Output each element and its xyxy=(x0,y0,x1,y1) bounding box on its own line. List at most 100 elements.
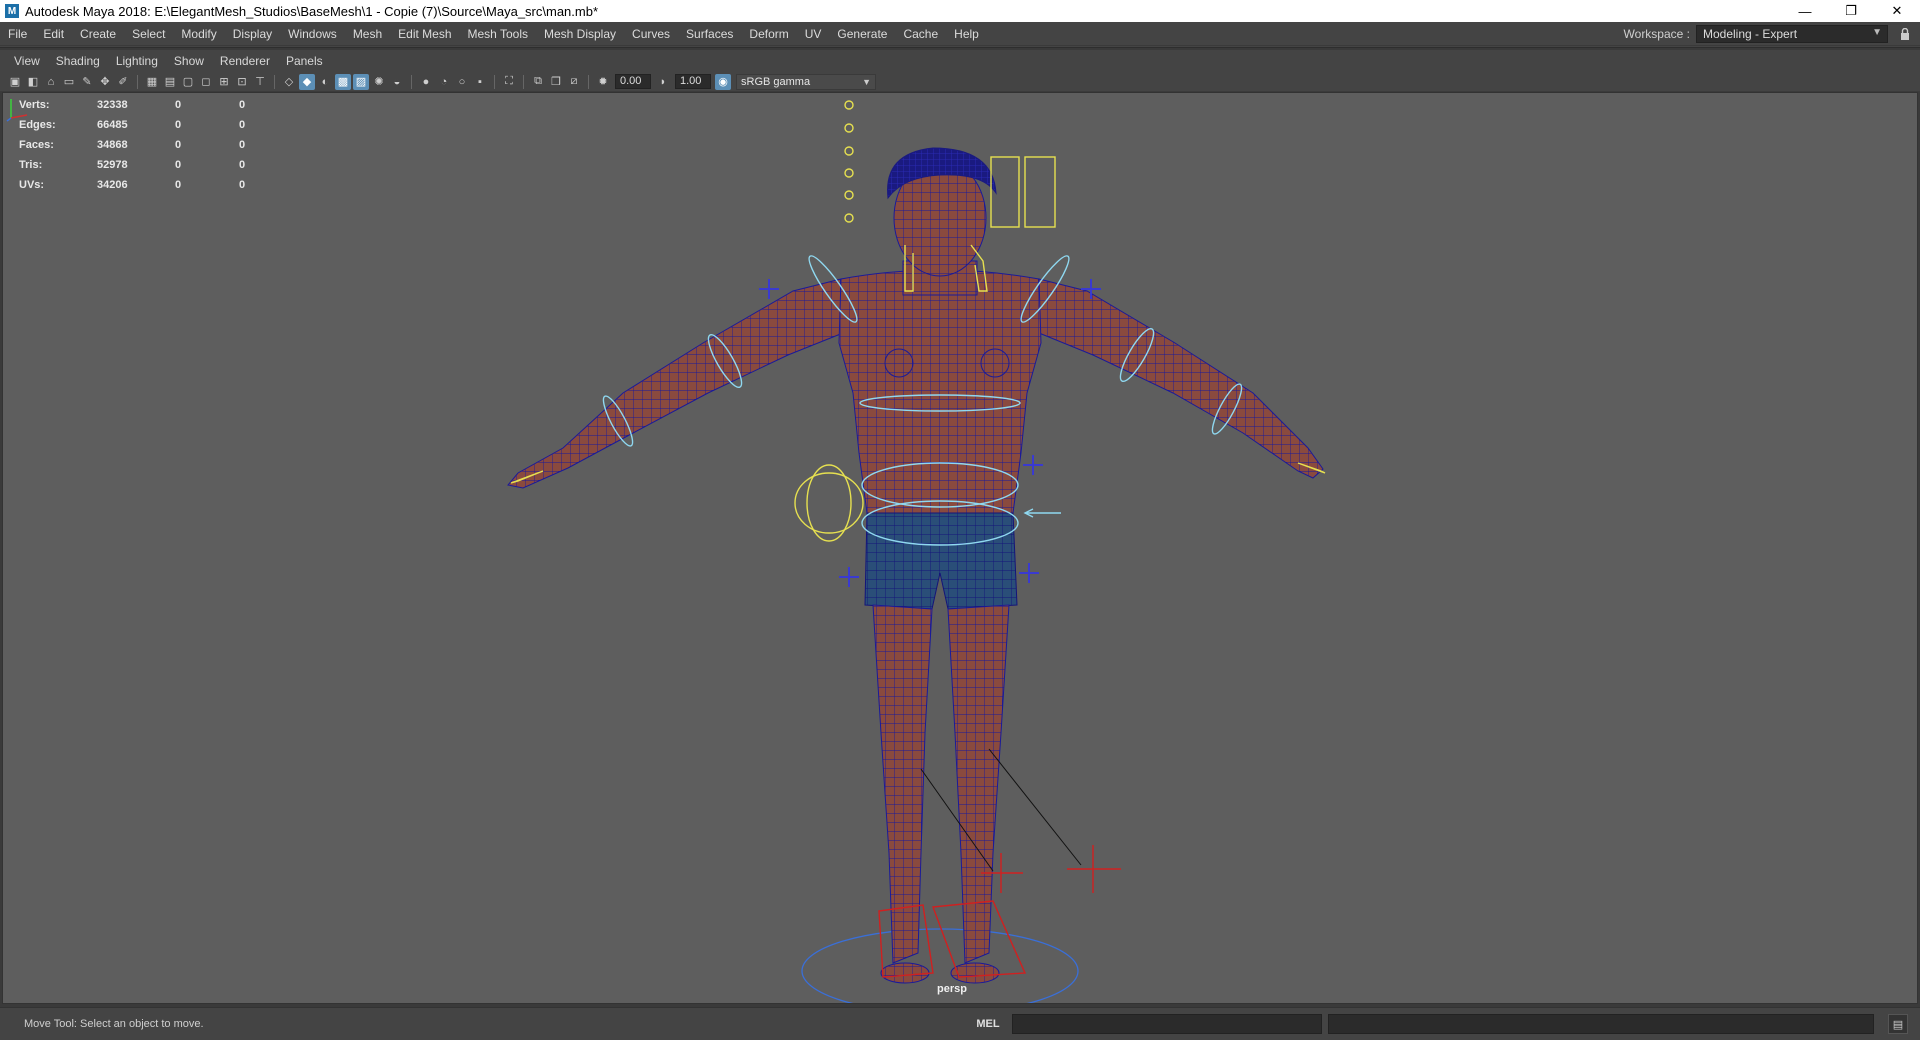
resolution-gate-icon[interactable]: ▢ xyxy=(180,74,196,90)
panel-menu-lighting[interactable]: Lighting xyxy=(108,54,166,68)
panel-menu-view[interactable]: View xyxy=(6,54,48,68)
hud-extra-value: 0 xyxy=(239,119,246,131)
pencil-icon[interactable]: ✐ xyxy=(115,74,131,90)
restore-button[interactable]: ❐ xyxy=(1828,0,1874,22)
menu-deform[interactable]: Deform xyxy=(741,27,796,41)
spine-ik-control xyxy=(1023,455,1043,475)
left-foot-mesh xyxy=(880,962,930,984)
gamma-field[interactable]: 1.00 xyxy=(675,74,711,89)
xray-joints-icon[interactable]: ⧄ xyxy=(566,74,582,90)
help-line-text: Move Tool: Select an object to move. xyxy=(24,1018,204,1030)
workspace-dropdown[interactable]: Modeling - Expert ▼ xyxy=(1696,25,1888,43)
menu-display[interactable]: Display xyxy=(225,27,280,41)
menu-uv[interactable]: UV xyxy=(797,27,830,41)
depth-of-field-icon[interactable]: ▪ xyxy=(472,74,488,90)
window-controls: — ❐ ✕ xyxy=(1782,0,1920,22)
menu-edit[interactable]: Edit xyxy=(35,27,72,41)
toolbar-divider xyxy=(588,74,589,89)
default-lighting-icon[interactable]: ◐ xyxy=(317,74,333,90)
hud-extra-value: 0 xyxy=(239,179,246,191)
hud-selected-value: 0 xyxy=(175,139,182,151)
lock-icon[interactable] xyxy=(1894,25,1916,43)
scene-render[interactable] xyxy=(3,93,1918,1004)
menu-generate[interactable]: Generate xyxy=(829,27,895,41)
gamma-icon[interactable]: ◗ xyxy=(655,74,671,90)
workspace-label: Workspace : xyxy=(1623,27,1690,41)
smooth-shade-icon[interactable]: ◆ xyxy=(299,73,315,90)
panel-menu-panels[interactable]: Panels xyxy=(278,54,331,68)
script-language-toggle[interactable]: MEL xyxy=(964,1018,1012,1030)
grease-pencil-icon[interactable]: ✎ xyxy=(79,74,95,90)
color-management-icon[interactable]: ◉ xyxy=(715,73,731,90)
right-leg-mesh xyxy=(947,604,1010,964)
gate-mask-icon[interactable]: ◻ xyxy=(198,74,214,90)
use-all-lights-icon[interactable]: ✺ xyxy=(371,74,387,90)
image-plane-icon[interactable]: ▭ xyxy=(61,74,77,90)
menu-mesh[interactable]: Mesh xyxy=(345,27,390,41)
hud-extra-value: 0 xyxy=(239,139,246,151)
film-gate-icon[interactable]: ▤ xyxy=(162,74,178,90)
hud-value: 52978 xyxy=(97,159,128,171)
chevron-down-icon: ▼ xyxy=(862,76,871,87)
xray-icon[interactable]: ⧉ xyxy=(530,74,546,90)
wireframe-icon[interactable]: ◇ xyxy=(281,74,297,90)
field-chart-icon[interactable]: ⊞ xyxy=(216,74,232,90)
screen-space-ao-icon[interactable]: ● xyxy=(418,74,434,90)
hud-extra-value: 0 xyxy=(239,99,246,111)
menu-mesh-display[interactable]: Mesh Display xyxy=(536,27,624,41)
hud-row-edges: Edges: 66485 0 0 xyxy=(19,115,303,135)
select-camera-icon[interactable]: ▣ xyxy=(7,74,23,90)
safe-title-icon[interactable]: ⊤ xyxy=(252,74,268,90)
menu-edit-mesh[interactable]: Edit Mesh xyxy=(390,27,459,41)
isolate-select-icon[interactable]: ⛶ xyxy=(501,74,517,90)
multisample-aa-icon[interactable]: ○ xyxy=(454,74,470,90)
perspective-viewport[interactable]: Verts: 32338 0 0 Edges: 66485 0 0 Faces:… xyxy=(2,92,1918,1004)
close-button[interactable]: ✕ xyxy=(1874,0,1920,22)
view-transform-value: sRGB gamma xyxy=(741,75,811,88)
exposure-icon[interactable]: ✹ xyxy=(595,74,611,90)
menu-curves[interactable]: Curves xyxy=(624,27,678,41)
safe-action-icon[interactable]: ⊡ xyxy=(234,74,250,90)
menu-mesh-tools[interactable]: Mesh Tools xyxy=(460,27,536,41)
script-editor-icon[interactable]: ▤ xyxy=(1888,1014,1908,1034)
menu-cache[interactable]: Cache xyxy=(895,27,946,41)
shadows-icon[interactable]: ◒ xyxy=(389,74,405,90)
hud-selected-value: 0 xyxy=(175,119,182,131)
view-transform-dropdown[interactable]: sRGB gamma ▼ xyxy=(736,73,876,90)
right-knee-target xyxy=(1067,845,1121,893)
camera-attributes-icon[interactable]: ◧ xyxy=(25,74,41,90)
left-arm-mesh xyxy=(507,278,844,489)
hip-switch-control xyxy=(1023,508,1061,518)
toolbar-divider xyxy=(494,74,495,89)
grid-icon[interactable]: ▦ xyxy=(144,74,160,90)
help-line-bar: Move Tool: Select an object to move. MEL… xyxy=(0,1007,1920,1040)
menu-modify[interactable]: Modify xyxy=(173,27,224,41)
shorts-mesh xyxy=(864,512,1018,610)
panel-menu-show[interactable]: Show xyxy=(166,54,212,68)
bookmark-icon[interactable]: ⌂ xyxy=(43,74,59,90)
toolbar-divider xyxy=(274,74,275,89)
motion-blur-icon[interactable]: ◔ xyxy=(436,74,452,90)
maya-app-icon: M xyxy=(5,4,19,18)
window-title: Autodesk Maya 2018: E:\ElegantMesh_Studi… xyxy=(25,3,599,19)
menu-help[interactable]: Help xyxy=(946,27,987,41)
toolbar-divider xyxy=(411,74,412,89)
panel-menu-renderer[interactable]: Renderer xyxy=(212,54,278,68)
panel-menu-shading[interactable]: Shading xyxy=(48,54,108,68)
menu-select[interactable]: Select xyxy=(124,27,173,41)
menu-create[interactable]: Create xyxy=(72,27,124,41)
exposure-field[interactable]: 0.00 xyxy=(615,74,651,89)
command-line-input[interactable] xyxy=(1012,1014,1322,1034)
xray-active-components-icon[interactable]: ❒ xyxy=(548,74,564,90)
menu-file[interactable]: File xyxy=(0,27,35,41)
right-arm-mesh xyxy=(1038,278,1324,479)
textured-icon[interactable]: ▨ xyxy=(353,73,369,90)
2d-pan-zoom-icon[interactable]: ✥ xyxy=(97,74,113,90)
menu-windows[interactable]: Windows xyxy=(280,27,345,41)
menu-surfaces[interactable]: Surfaces xyxy=(678,27,741,41)
panel-menu-bar: View Shading Lighting Show Renderer Pane… xyxy=(0,50,1920,72)
hud-row-faces: Faces: 34868 0 0 xyxy=(19,135,303,155)
minimize-button[interactable]: — xyxy=(1782,0,1828,22)
toolbar-divider xyxy=(523,74,524,89)
wireframe-on-shaded-icon[interactable]: ▩ xyxy=(335,73,351,90)
